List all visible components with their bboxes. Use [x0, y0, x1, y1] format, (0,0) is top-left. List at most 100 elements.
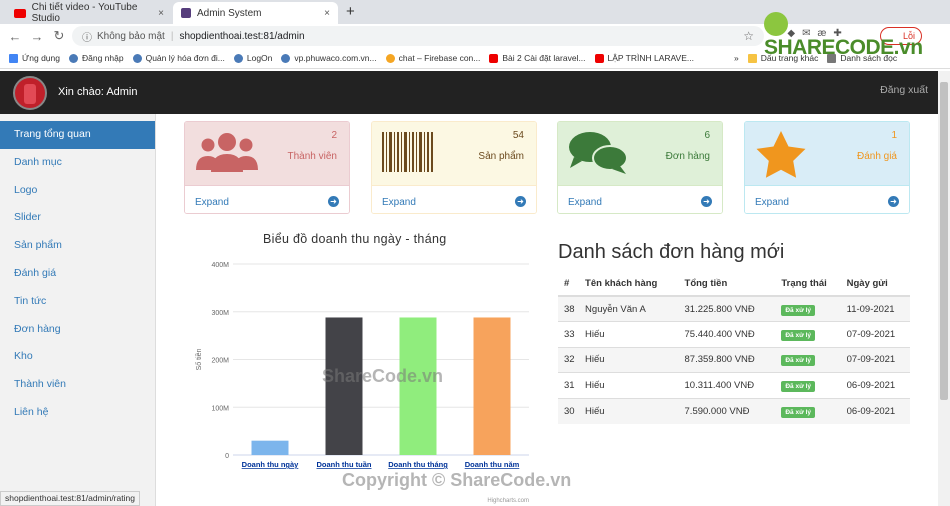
bookmark-item[interactable]: chat – Firebase con... — [385, 53, 480, 63]
order-id: 32 — [558, 346, 580, 373]
order-total: 31.225.800 VNĐ — [678, 295, 776, 322]
order-id: 30 — [558, 397, 580, 424]
x-tick-label: Doanh thu ngày — [242, 460, 299, 469]
products-expand-link[interactable]: Expand ➜ — [372, 185, 536, 213]
new-tab-button[interactable]: + — [346, 3, 355, 20]
bar — [473, 317, 511, 455]
order-status: Đã xử lý — [775, 321, 841, 347]
y-tick-label: 400M — [211, 262, 229, 269]
insecure-label: Không bảo mật — [97, 30, 165, 42]
member-label: Thành viên — [287, 151, 337, 162]
sidebar-item-logo[interactable]: Logo — [0, 177, 155, 205]
ratings-expand-link[interactable]: Expand ➜ — [745, 185, 909, 213]
bookmark-item[interactable]: Đăng nhập — [68, 53, 124, 63]
sidebar-item-products[interactable]: Sản phẩm — [0, 232, 155, 260]
order-date: 07-09-2021 — [840, 321, 910, 347]
back-icon[interactable]: ← — [4, 29, 26, 44]
customer-name: Hiếu — [579, 397, 679, 424]
y-tick-label: 200M — [211, 358, 229, 365]
bootstrap-icon — [181, 8, 191, 18]
tab-admin-system[interactable]: Admin System × — [173, 2, 338, 24]
users-icon — [196, 133, 258, 172]
bookmark-item[interactable]: LẬP TRÌNH LARAVE... — [594, 53, 694, 63]
reload-icon[interactable]: ↻ — [48, 28, 70, 44]
chart-title: Biểu đồ doanh thu ngày - tháng — [263, 232, 447, 246]
sidebar-item-categories[interactable]: Danh mục — [0, 149, 155, 177]
forward-icon[interactable]: → — [26, 29, 48, 44]
avatar — [13, 76, 47, 110]
chart-credits: Highcharts.com — [487, 498, 529, 504]
globe-icon — [281, 53, 291, 63]
sidebar-item-news[interactable]: Tin tức — [0, 288, 155, 316]
table-row: 32 Hiếu 87.359.800 VNĐ Đã xử lý 07-09-2021 — [558, 346, 910, 373]
apps-icon — [9, 53, 18, 63]
x-tick-label: Doanh thu tháng — [388, 460, 448, 469]
order-total: 87.359.800 VNĐ — [678, 346, 776, 373]
rating-count: 1 — [891, 130, 897, 141]
col-header-total: Tổng tiền — [678, 271, 776, 297]
bookmark-item[interactable]: vp.phuwaco.com.vn... — [281, 53, 377, 63]
products-panel: 54 Sản phẩm Expand ➜ — [371, 121, 537, 214]
close-icon[interactable]: × — [158, 8, 164, 19]
y-axis-label: Số tiền — [194, 348, 203, 370]
sidebar-item-contact[interactable]: Liên hệ — [0, 399, 155, 427]
y-tick-label: 0 — [225, 453, 229, 460]
bar — [251, 440, 289, 455]
sidebar-item-orders[interactable]: Đơn hàng — [0, 316, 155, 344]
url-text: shopdienthoai.test:81/admin — [179, 30, 305, 42]
arrow-right-icon: ➜ — [888, 196, 899, 207]
bookmark-item[interactable]: LogOn — [233, 53, 272, 63]
order-date: 06-09-2021 — [840, 397, 910, 424]
barcode-icon — [382, 132, 433, 172]
firebase-icon — [385, 53, 395, 63]
youtube-icon — [594, 53, 604, 63]
customer-name: Hiếu — [579, 346, 679, 373]
bookmark-apps[interactable]: Ứng dụng — [9, 53, 60, 63]
address-bar[interactable]: ⓘ Không bảo mật | shopdienthoai.test:81/… — [72, 26, 764, 46]
x-tick-label: Doanh thu năm — [465, 460, 520, 469]
arrow-right-icon: ➜ — [328, 196, 339, 207]
customer-name: Hiếu — [579, 321, 679, 347]
orders-expand-link[interactable]: Expand ➜ — [558, 185, 722, 213]
col-header-id: # — [558, 271, 580, 297]
comments-icon — [569, 132, 628, 174]
bookmark-star-icon[interactable]: ☆ — [743, 29, 754, 43]
order-total: 7.590.000 VNĐ — [678, 397, 776, 424]
bar — [399, 317, 437, 455]
sidebar-item-ratings[interactable]: Đánh giá — [0, 260, 155, 288]
order-id: 31 — [558, 372, 580, 398]
bookmarks-overflow[interactable]: » — [734, 53, 739, 63]
order-date: 11-09-2021 — [840, 295, 910, 322]
members-expand-link[interactable]: Expand ➜ — [185, 185, 349, 213]
customer-name: Nguyễn Văn A — [579, 295, 679, 322]
orders-panel: 6 Đơn hàng Expand ➜ — [557, 121, 723, 214]
scrollbar-thumb[interactable] — [940, 82, 948, 400]
orders-table: # Tên khách hàng Tổng tiền Trạng thái Ng… — [558, 271, 910, 424]
sidebar-item-dashboard[interactable]: Trang tổng quan — [0, 121, 155, 149]
status-badge: Đã xử lý — [781, 329, 816, 341]
bookmark-item[interactable]: Bài 2 Cài đặt laravel... — [489, 53, 586, 63]
sidebar-item-stock[interactable]: Kho — [0, 343, 155, 371]
logout-link[interactable]: Đăng xuất — [880, 84, 928, 96]
tab-youtube-studio[interactable]: Chi tiết video - YouTube Studio × — [6, 2, 172, 24]
close-icon[interactable]: × — [324, 8, 330, 19]
col-header-date: Ngày gửi — [840, 271, 910, 297]
table-row: 33 Hiếu 75.440.400 VNĐ Đã xử lý 07-09-2021 — [558, 321, 910, 347]
members-panel: 2 Thành viên Expand ➜ — [184, 121, 350, 214]
sidebar-item-members[interactable]: Thành viên — [0, 371, 155, 399]
order-status: Đã xử lý — [775, 295, 841, 322]
table-row: 30 Hiếu 7.590.000 VNĐ Đã xử lý 06-09-2021 — [558, 397, 910, 424]
order-id: 38 — [558, 295, 580, 322]
greeting: Xin chào: Admin — [58, 86, 138, 98]
bookmark-item[interactable]: Quản lý hóa đơn đi... — [132, 53, 225, 63]
orders-heading: Danh sách đơn hàng mới — [558, 241, 785, 263]
order-label: Đơn hàng — [665, 151, 710, 162]
tab-title: Admin System — [197, 7, 262, 19]
sidebar-item-slider[interactable]: Slider — [0, 204, 155, 232]
y-tick-label: 100M — [211, 405, 229, 412]
tab-title: Chi tiết video - YouTube Studio — [31, 2, 138, 24]
status-badge: Đã xử lý — [781, 355, 816, 367]
x-tick-label: Doanh thu tuần — [317, 460, 372, 469]
globe-icon — [68, 53, 78, 63]
order-id: 33 — [558, 321, 580, 347]
